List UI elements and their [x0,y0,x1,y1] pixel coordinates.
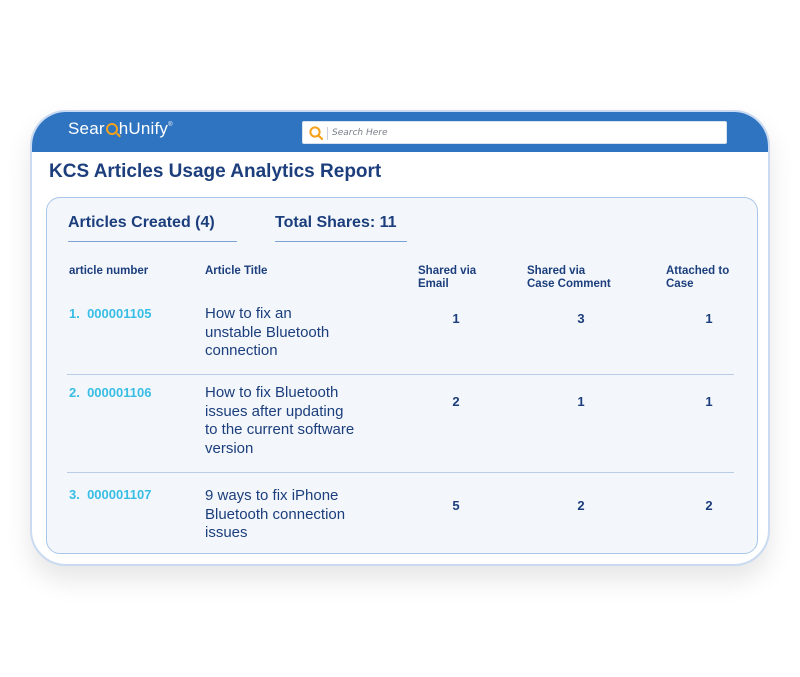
shared-case-comment-count: 1 [577,394,585,409]
searchunify-logo[interactable]: Sear hUnify® [68,119,173,139]
column-header-article-title: Article Title [205,265,268,277]
registered-mark: ® [168,122,173,128]
attached-case-count: 1 [705,394,713,409]
shared-email-count: 2 [452,394,460,409]
column-header-shared-case-comment: Shared via Case Comment [527,265,611,290]
shared-email-count: 5 [452,498,460,513]
article-number-link[interactable]: 1. 000001105 [69,306,151,321]
attached-case-count: 2 [705,498,713,513]
row-index: 1. [69,306,80,321]
search-icon[interactable] [308,125,324,141]
search-divider [327,127,328,140]
article-number: 000001107 [87,487,152,502]
logo-text-start: Sear [68,119,105,138]
search-input[interactable] [332,124,712,142]
row-index: 2. [69,385,80,400]
report-window: Sear hUnify® KCS Articles Usage Analytics… [30,110,770,566]
magnifier-icon [105,123,118,135]
row-index: 3. [69,487,80,502]
shared-email-count: 1 [452,311,460,326]
logo-text-end: hUnify [118,119,169,138]
header-bar: Sear hUnify® [32,112,768,152]
article-title: How to fix an unstable Bluetooth connect… [205,305,330,359]
shared-case-comment-count: 2 [577,498,585,513]
article-title: 9 ways to fix iPhone Bluetooth connectio… [205,487,346,541]
article-number-link[interactable]: 3. 000001107 [69,487,151,502]
attached-case-count: 1 [705,311,713,326]
tab-total-shares[interactable]: Total Shares: 11 [275,214,407,242]
article-title: How to fix Bluetooth issues after updati… [205,384,355,457]
article-number: 000001106 [87,385,152,400]
tab-articles-created[interactable]: Articles Created (4) [68,214,237,242]
row-divider [67,374,734,375]
page-title: KCS Articles Usage Analytics Report [49,161,382,182]
article-number-link[interactable]: 2. 000001106 [69,385,151,400]
report-panel: Articles Created (4) Total Shares: 11 ar… [46,197,758,554]
column-header-shared-email: Shared via Email [418,265,477,290]
column-header-article-number: article number [69,265,149,277]
shared-case-comment-count: 3 [577,311,585,326]
row-divider [67,472,734,473]
search-bar[interactable] [302,121,727,144]
article-number: 000001105 [87,306,152,321]
column-header-attached-case: Attached to Case [666,265,730,290]
